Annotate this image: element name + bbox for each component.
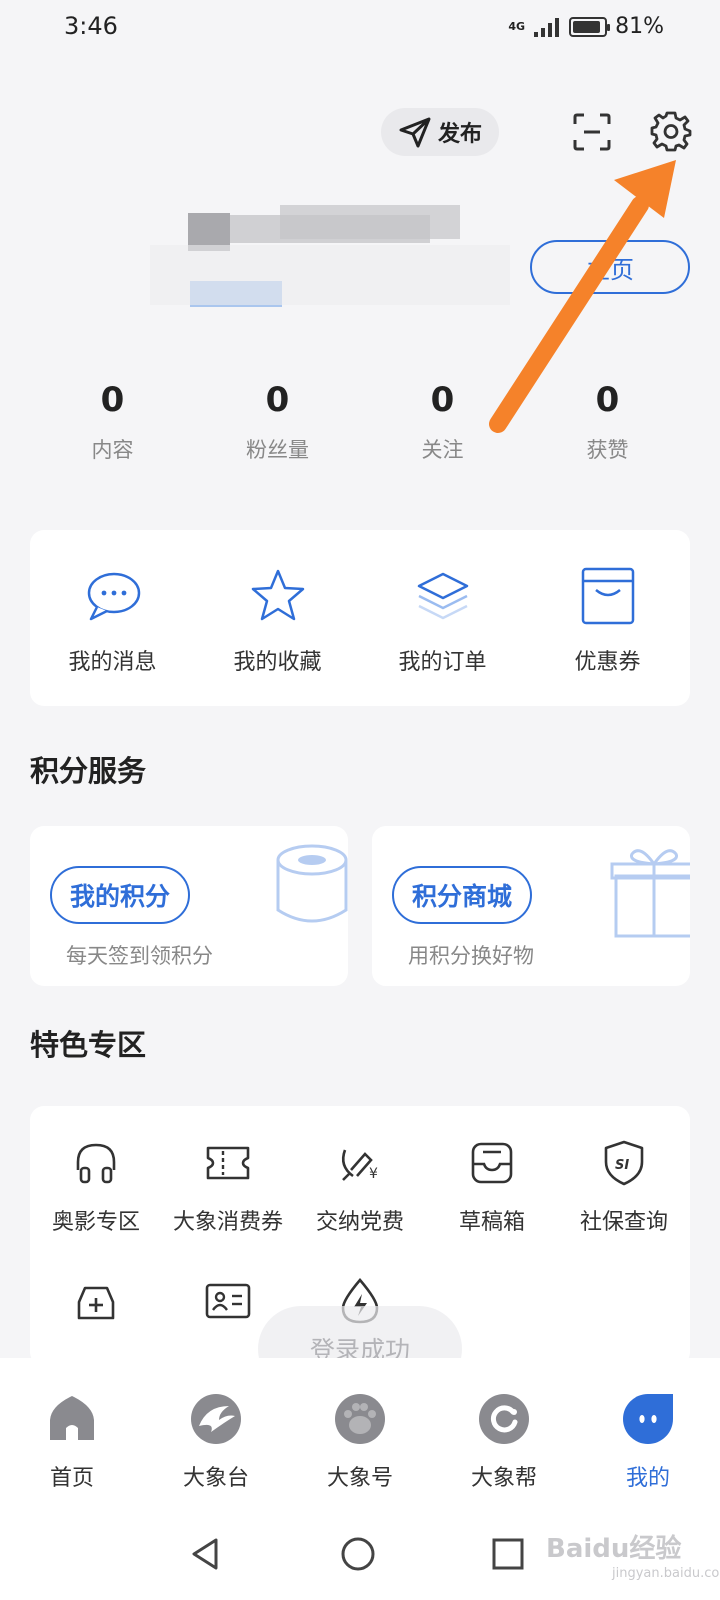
homepage-button[interactable]: 主页 [530, 240, 690, 294]
special-row-1: 奥影专区 大象消费券 ¥ 交纳党费 草稿箱 SI 社保查询 [30, 1138, 690, 1236]
stat-label: 获赞 [586, 438, 629, 462]
bottom-tab-bar: 首页 大象台 大象号 大象帮 我的 [0, 1358, 720, 1508]
special-label: 交纳党费 [315, 1210, 404, 1235]
my-orders-button[interactable]: 我的订单 [360, 530, 525, 706]
special-item-social-security[interactable]: SI 社保查询 [558, 1138, 690, 1236]
tab-label: 大象号 [326, 1466, 393, 1491]
tab-elephant-account[interactable]: 大象号 [288, 1358, 432, 1508]
coins-icon [276, 844, 348, 923]
stat-label: 粉丝量 [246, 438, 309, 462]
layers-icon [417, 572, 468, 620]
inbox-icon [471, 1142, 513, 1184]
my-points-button[interactable]: 我的积分 [50, 866, 191, 924]
home-circle-icon[interactable] [338, 1534, 378, 1574]
profile-face-icon [623, 1394, 673, 1444]
stat-following[interactable]: 0 关注 [360, 380, 525, 480]
my-points-subtitle: 每天签到领积分 [66, 944, 213, 968]
quick-actions-card: 我的消息 我的收藏 我的订单 优惠券 [30, 530, 690, 706]
my-favorites-button[interactable]: 我的收藏 [195, 530, 360, 706]
special-label: 大象消费券 [172, 1210, 283, 1235]
home-icon [50, 1396, 94, 1440]
special-section-title: 特色专区 [30, 1028, 147, 1062]
special-item-consumer-voucher[interactable]: 大象消费券 [162, 1138, 294, 1236]
special-label: 奥影专区 [51, 1210, 140, 1235]
tab-home[interactable]: 首页 [0, 1358, 144, 1508]
scan-icon[interactable] [572, 112, 612, 152]
special-item-drafts[interactable]: 草稿箱 [426, 1138, 558, 1236]
paw-icon [335, 1394, 385, 1444]
stat-label: 内容 [91, 438, 134, 462]
profile-stats: 0 内容 0 粉丝量 0 关注 0 获赞 [30, 380, 690, 480]
tab-label: 大象台 [182, 1466, 249, 1491]
recents-square-icon[interactable] [488, 1534, 528, 1574]
quick-label: 优惠券 [574, 650, 641, 675]
elephant-station-icon [191, 1394, 241, 1444]
points-section-title: 积分服务 [30, 754, 147, 788]
system-nav-bar: Baidu经验 jingyan.baidu.com [0, 1508, 720, 1600]
stat-fans[interactable]: 0 粉丝量 [195, 380, 360, 480]
star-icon [251, 569, 304, 621]
stat-value: 0 [100, 380, 125, 420]
points-mall-subtitle: 用积分换好物 [408, 944, 534, 968]
ticket-icon [206, 1146, 250, 1180]
tab-mine[interactable]: 我的 [576, 1358, 720, 1508]
stat-content[interactable]: 0 内容 [30, 380, 195, 480]
tab-label: 大象帮 [470, 1466, 537, 1491]
coupon-icon [581, 567, 634, 625]
paper-plane-icon [399, 117, 431, 148]
stat-likes[interactable]: 0 获赞 [525, 380, 690, 480]
car-plus-icon [77, 1286, 115, 1320]
headphones-icon [76, 1143, 116, 1184]
quick-label: 我的订单 [398, 650, 487, 675]
points-mall-button[interactable]: 积分商城 [392, 866, 533, 924]
tab-elephant-station[interactable]: 大象台 [144, 1358, 288, 1508]
battery-percent: 81% [615, 14, 664, 39]
my-points-card[interactable]: 我的积分 每天签到领积分 [30, 826, 348, 986]
svg-text:SI: SI [615, 1158, 629, 1173]
watermark-url: jingyan.baidu.com [612, 1566, 720, 1581]
publish-label: 发布 [437, 122, 482, 147]
points-mall-card[interactable]: 积分商城 用积分换好物 [372, 826, 690, 986]
stat-label: 关注 [421, 438, 464, 462]
gift-icon [610, 849, 690, 938]
signal-icon [534, 17, 560, 37]
special-item-car-service[interactable] [30, 1276, 162, 1326]
coupons-button[interactable]: 优惠券 [525, 530, 690, 706]
homepage-label: 主页 [586, 255, 634, 284]
svg-text:¥: ¥ [369, 1166, 378, 1182]
stat-value: 0 [265, 380, 290, 420]
status-right: 4G 81% [508, 14, 664, 39]
publish-button[interactable]: 发布 [381, 108, 499, 156]
party-emblem-icon: ¥ [341, 1149, 378, 1182]
id-card-icon [205, 1283, 251, 1319]
social-security-shield-icon: SI [604, 1140, 644, 1186]
special-label: 社保查询 [579, 1210, 668, 1235]
tab-elephant-help[interactable]: 大象帮 [432, 1358, 576, 1508]
status-time: 3:46 [64, 12, 118, 40]
gear-icon[interactable] [650, 110, 692, 152]
network-type: 4G [508, 20, 526, 33]
blurred-profile-info [150, 205, 530, 325]
chat-bubble-icon [87, 572, 140, 621]
special-label: 草稿箱 [458, 1210, 525, 1235]
status-bar: 3:46 4G 81% [0, 0, 720, 56]
battery-icon [569, 16, 611, 37]
back-triangle-icon[interactable] [186, 1534, 226, 1574]
my-messages-button[interactable]: 我的消息 [30, 530, 195, 706]
quick-label: 我的收藏 [233, 650, 322, 675]
stat-value: 0 [430, 380, 455, 420]
special-item-audio-video[interactable]: 奥影专区 [30, 1138, 162, 1236]
tab-label: 我的 [625, 1466, 670, 1491]
stat-value: 0 [595, 380, 620, 420]
tab-label: 首页 [49, 1466, 94, 1491]
help-circle-icon [479, 1394, 529, 1444]
special-item-party-fee[interactable]: ¥ 交纳党费 [294, 1138, 426, 1236]
watermark-brand: Baidu经验 [546, 1534, 682, 1564]
quick-label: 我的消息 [68, 650, 157, 675]
